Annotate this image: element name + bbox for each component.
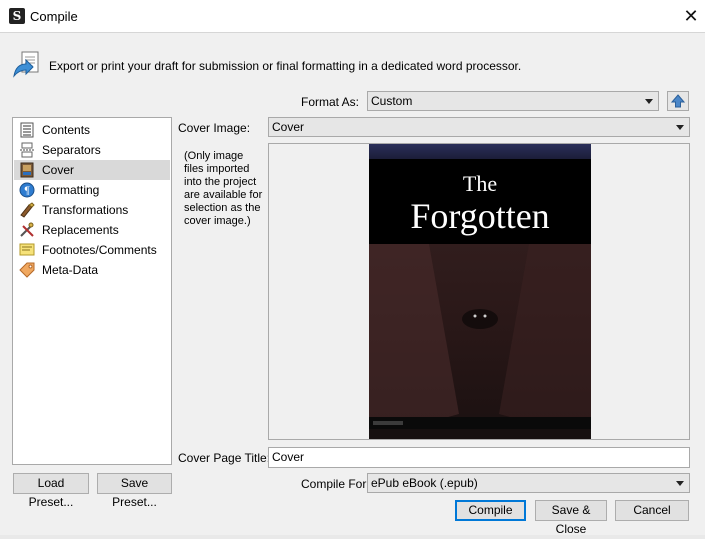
chevron-down-icon: [676, 481, 684, 486]
load-preset-button[interactable]: Load Preset...: [13, 473, 89, 509]
list-icon: [20, 122, 34, 138]
sidebar-item-label: Replacements: [42, 223, 119, 237]
format-as-value: Custom: [371, 94, 413, 108]
cover-image-hint: (Only image files imported into the proj…: [184, 150, 263, 227]
sidebar-item-label: Meta-Data: [42, 263, 99, 277]
sidebar-item-label: Formatting: [42, 183, 100, 197]
cover-art-author-mark: [373, 421, 403, 425]
sidebar-item-replacements[interactable]: Replacements: [14, 220, 170, 240]
up-arrow-icon: [670, 94, 686, 108]
cancel-button[interactable]: Cancel: [615, 500, 689, 521]
sidebar-item-label: Contents: [42, 123, 91, 137]
cover-page-title-input[interactable]: Cover: [268, 447, 690, 468]
format-as-label: Format As:: [301, 95, 360, 109]
compile-button[interactable]: Compile: [455, 500, 526, 521]
sidebar-item-contents[interactable]: Contents: [14, 120, 170, 140]
cover-image-select[interactable]: Cover: [268, 117, 690, 137]
sidebar-item-label: Transformations: [42, 203, 129, 217]
move-up-button[interactable]: [667, 91, 689, 111]
close-icon[interactable]: ✕: [677, 0, 705, 32]
cover-art-title-forgotten: Forgotten: [410, 196, 549, 236]
cover-art-title-the: The: [463, 171, 497, 196]
cover-page-title-label: Cover Page Title:: [178, 451, 271, 465]
cover-icon: [20, 162, 34, 178]
scrivener-app-icon: S: [9, 8, 25, 24]
sidebar-item-transformations[interactable]: Transformations: [14, 200, 170, 220]
sidebar-item-cover[interactable]: Cover: [14, 160, 170, 180]
export-document-icon: [13, 51, 39, 78]
compile-window: S Compile ✕ Export or print your draft f…: [0, 0, 705, 536]
tag-icon: [19, 262, 35, 278]
formatting-icon: ¶: [19, 182, 35, 198]
chevron-down-icon: [676, 125, 684, 130]
sidebar-item-formatting[interactable]: ¶ Formatting: [14, 180, 170, 200]
compile-for-value: ePub eBook (.epub): [371, 476, 478, 490]
compile-for-label: Compile For:: [301, 477, 370, 491]
sidebar-item-label: Footnotes/Comments: [42, 243, 157, 257]
save-close-button[interactable]: Save & Close: [535, 500, 607, 536]
sidebar-item-label: Cover: [42, 163, 75, 177]
title-bar: S Compile ✕: [0, 0, 705, 32]
chevron-down-icon: [645, 99, 653, 104]
svg-text:¶: ¶: [24, 186, 30, 197]
title-divider: [0, 32, 705, 33]
replacements-icon: [20, 222, 34, 237]
cover-image-preview: The Forgotten: [369, 144, 591, 439]
separator-icon: [20, 142, 34, 158]
export-description: Export or print your draft for submissio…: [49, 59, 522, 73]
cover-image-value: Cover: [272, 120, 305, 134]
sidebar-item-label: Separators: [42, 143, 101, 157]
save-preset-button[interactable]: Save Preset...: [97, 473, 172, 509]
footnotes-icon: [19, 243, 35, 256]
transformations-icon: [20, 202, 35, 218]
compile-for-select[interactable]: ePub eBook (.epub): [367, 473, 690, 493]
sidebar-item-separators[interactable]: Separators: [14, 140, 170, 160]
cover-image-label: Cover Image:: [178, 121, 251, 135]
sidebar-item-footnotes-comments[interactable]: Footnotes/Comments: [14, 240, 170, 260]
compile-options-sidebar: Contents Separators Cover ¶ Formatting T…: [12, 117, 172, 465]
format-as-select[interactable]: Custom: [367, 91, 659, 111]
window-title: Compile: [30, 9, 78, 24]
sidebar-item-meta-data[interactable]: Meta-Data: [14, 260, 170, 280]
cover-preview-frame: The Forgotten: [268, 143, 690, 440]
